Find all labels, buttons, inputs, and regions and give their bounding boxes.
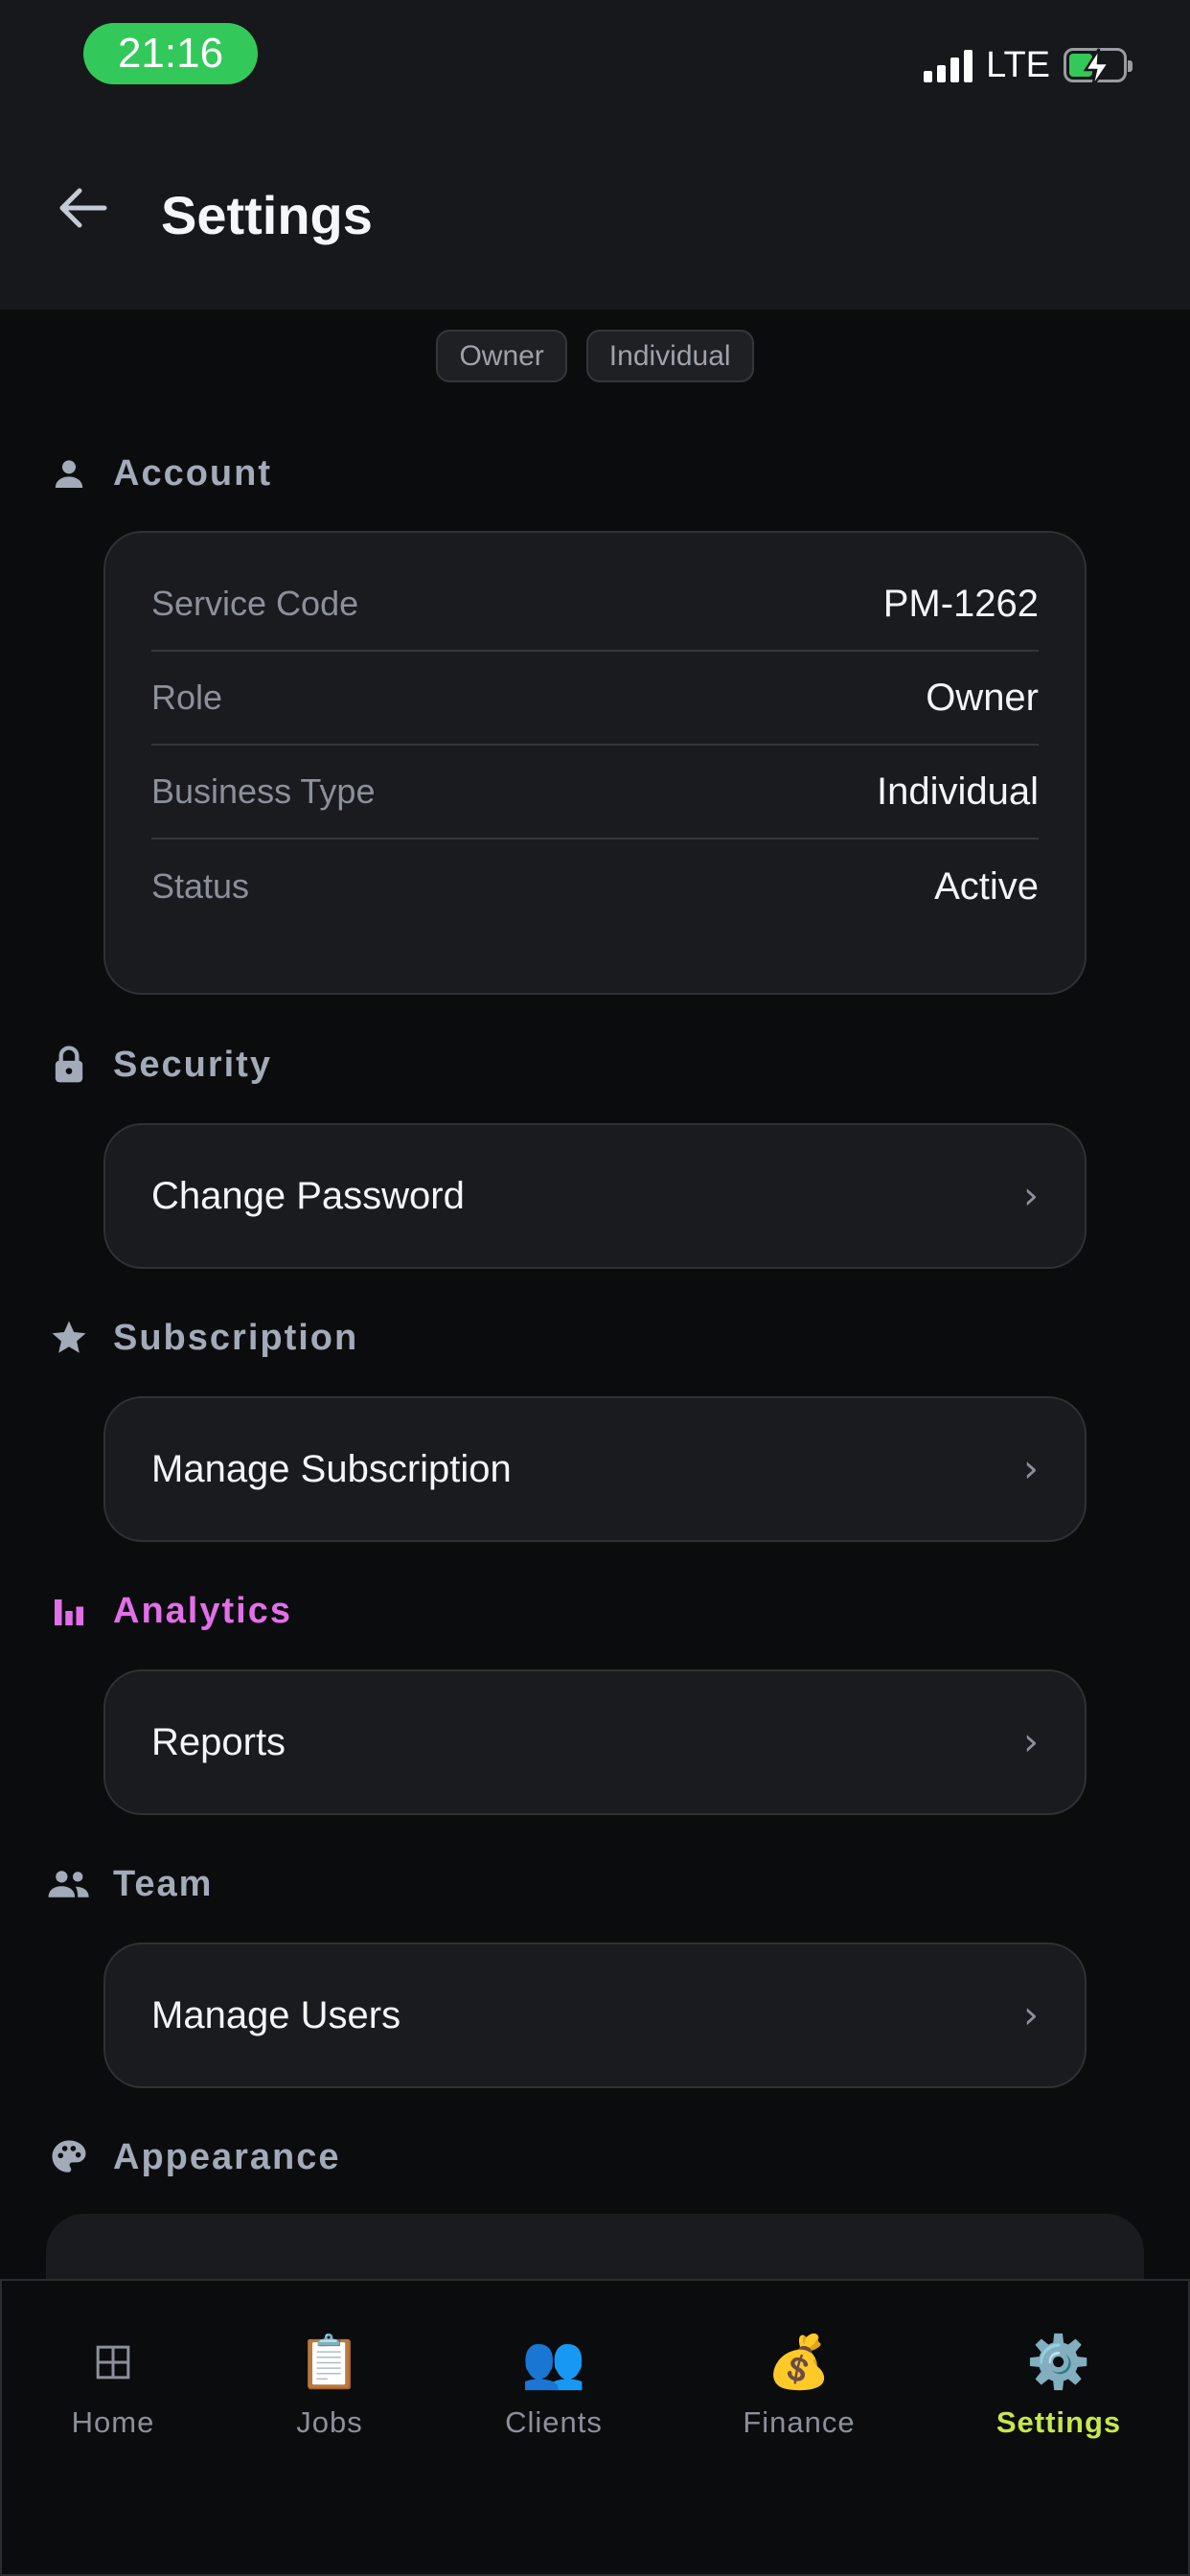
row-value: Owner — [926, 676, 1039, 719]
clipboard-icon: 📋 — [297, 2333, 362, 2391]
row-label: Status — [151, 866, 250, 906]
back-button[interactable] — [50, 184, 113, 232]
manage-subscription-label: Manage Subscription — [151, 1447, 512, 1490]
tab-label: Finance — [743, 2405, 856, 2439]
palette-icon — [46, 2134, 92, 2180]
status-bar: 21:16 LTE — [0, 0, 1190, 134]
status-indicators: LTE — [924, 42, 1133, 88]
chevron-right-icon: › — [1023, 1720, 1039, 1764]
tab-finance[interactable]: 💰 Finance — [703, 2329, 895, 2440]
reports-button[interactable]: Reports › — [103, 1669, 1087, 1815]
manage-users-button[interactable]: Manage Users › — [103, 1943, 1087, 2088]
status-time: 21:16 — [83, 23, 258, 84]
role-chips: Owner Individual — [0, 330, 1190, 382]
battery-icon — [1064, 48, 1133, 88]
bottom-tab-bar: Home 📋 Jobs 👥 Clients 💰 Finance ⚙️ Setti… — [0, 2279, 1190, 2576]
chevron-right-icon: › — [1023, 1993, 1039, 2037]
account-card: Service Code PM-1262 Role Owner Business… — [103, 531, 1087, 995]
tab-label: Clients — [505, 2405, 603, 2439]
tab-label: Jobs — [296, 2405, 363, 2439]
signal-icon — [924, 48, 973, 82]
row-value: Active — [934, 864, 1039, 908]
row-value: Individual — [876, 770, 1039, 813]
tab-label: Home — [71, 2405, 155, 2439]
row-label: Role — [151, 678, 223, 717]
section-analytics-header: Analytics — [46, 1588, 292, 1634]
business-type-chip: Individual — [585, 330, 754, 382]
row-label: Service Code — [151, 584, 359, 623]
reports-label: Reports — [151, 1720, 286, 1763]
row-label: Business Type — [151, 771, 376, 811]
network-type: LTE — [986, 44, 1050, 85]
tab-settings[interactable]: ⚙️ Settings — [963, 2329, 1155, 2440]
row-value: PM-1262 — [882, 582, 1039, 625]
section-team-header: Team — [46, 1861, 213, 1907]
app-header: Settings — [0, 134, 1190, 310]
account-row-role: Role Owner — [151, 652, 1039, 746]
star-icon — [46, 1315, 92, 1361]
group-icon — [46, 1861, 92, 1907]
section-label: Appearance — [113, 2136, 341, 2177]
change-password-label: Change Password — [151, 1174, 465, 1217]
section-subscription-header: Subscription — [46, 1315, 358, 1361]
section-label: Account — [113, 452, 272, 494]
money-bag-icon: 💰 — [767, 2333, 832, 2391]
section-security-header: Security — [46, 1042, 272, 1088]
person-icon — [46, 450, 92, 496]
section-label: Analytics — [113, 1590, 292, 1631]
change-password-button[interactable]: Change Password › — [103, 1123, 1087, 1269]
bar-chart-icon — [46, 1588, 92, 1634]
section-account-header: Account — [46, 450, 272, 496]
section-label: Subscription — [113, 1317, 359, 1358]
chevron-right-icon: › — [1023, 1174, 1039, 1218]
account-row-status: Status Active — [151, 840, 1039, 933]
tab-home[interactable]: Home — [17, 2329, 209, 2440]
account-row-business-type: Business Type Individual — [151, 746, 1039, 840]
section-appearance-header: Appearance — [46, 2134, 341, 2180]
section-label: Security — [113, 1044, 272, 1085]
section-label: Team — [113, 1863, 214, 1904]
grid-icon — [80, 2329, 147, 2396]
tab-clients[interactable]: 👥 Clients — [458, 2329, 650, 2440]
page-title: Settings — [161, 185, 373, 245]
tab-label: Settings — [995, 2405, 1122, 2439]
arrow-left-icon — [59, 188, 107, 228]
chevron-right-icon: › — [1023, 1447, 1039, 1491]
manage-users-label: Manage Users — [151, 1993, 401, 2036]
people-icon: 👥 — [521, 2333, 586, 2391]
account-row-service-code: Service Code PM-1262 — [151, 558, 1039, 652]
tab-jobs[interactable]: 📋 Jobs — [234, 2329, 425, 2440]
role-chip: Owner — [436, 330, 567, 382]
gear-icon: ⚙️ — [1026, 2333, 1091, 2391]
lock-icon — [46, 1042, 92, 1088]
manage-subscription-button[interactable]: Manage Subscription › — [103, 1396, 1087, 1542]
